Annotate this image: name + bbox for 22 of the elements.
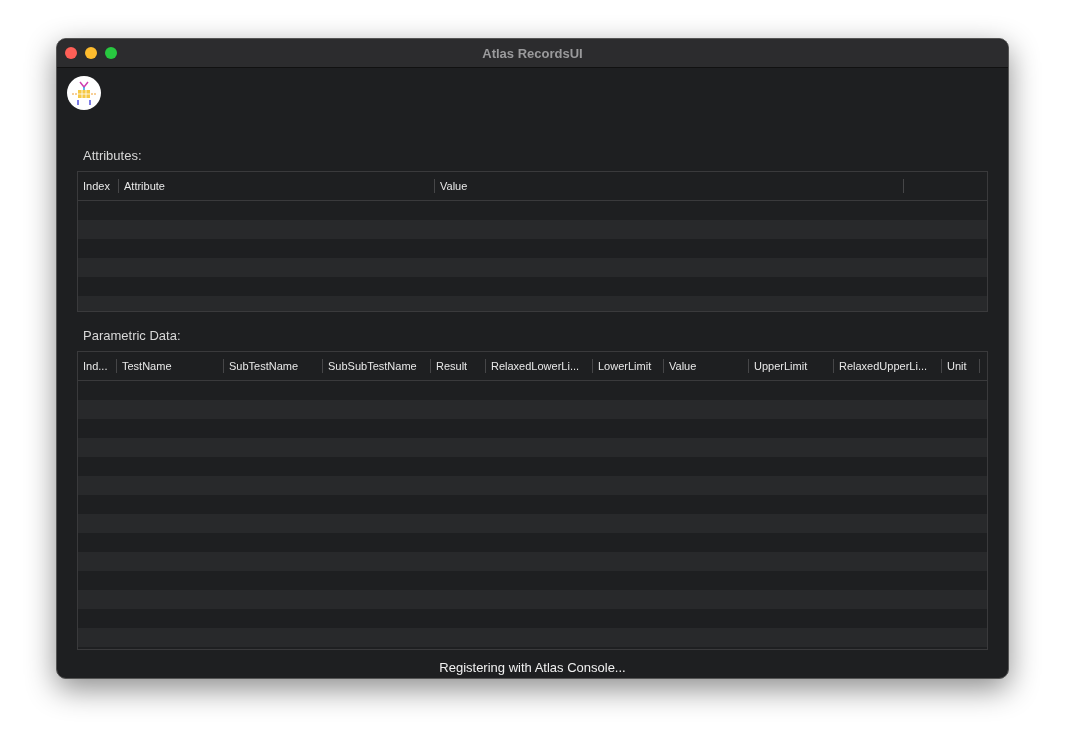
column-header[interactable]: Value [435, 179, 904, 193]
column-header[interactable]: Index [78, 179, 119, 193]
column-header[interactable]: Unit [942, 359, 980, 373]
column-header[interactable]: RelaxedUpperLi... [834, 359, 942, 373]
column-header[interactable]: Ind... [78, 359, 117, 373]
zoom-icon[interactable] [105, 47, 117, 59]
column-header[interactable]: Attribute [119, 179, 435, 193]
column-header[interactable]: TestName [117, 359, 224, 373]
minimize-icon[interactable] [85, 47, 97, 59]
status-text: Registering with Atlas Console... [439, 660, 626, 675]
column-header[interactable]: Value [664, 359, 749, 373]
column-header[interactable]: UpperLimit [749, 359, 834, 373]
window-title: Atlas RecordsUI [482, 45, 583, 61]
column-header[interactable]: SubTestName [224, 359, 323, 373]
column-header[interactable]: Result [431, 359, 486, 373]
column-header[interactable]: SubSubTestName [323, 359, 431, 373]
close-icon[interactable] [65, 47, 77, 59]
column-header[interactable]: RelaxedLowerLi... [486, 359, 593, 373]
column-header[interactable]: LowerLimit [593, 359, 664, 373]
logo-icon [67, 76, 101, 110]
section-label: Attributes: [83, 148, 142, 163]
section-label: Parametric Data: [83, 328, 181, 343]
